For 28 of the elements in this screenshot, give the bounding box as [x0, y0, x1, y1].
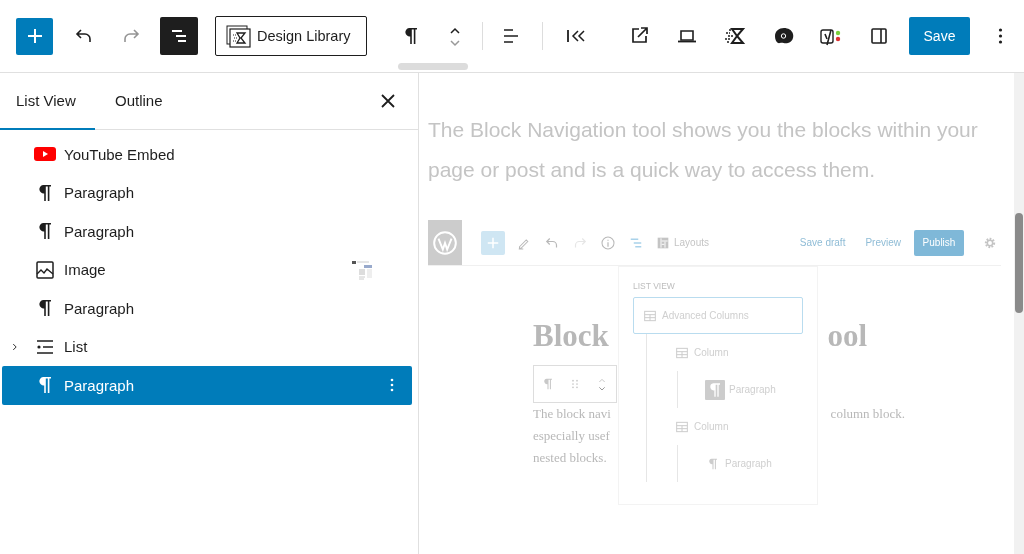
body-text: nested blocks. — [533, 449, 607, 467]
options-icon — [997, 28, 1003, 44]
list-view-item[interactable]: Paragraph — [2, 173, 412, 212]
list-view-item[interactable]: Image — [2, 250, 412, 289]
design-library-button[interactable]: Design Library — [215, 16, 367, 56]
list-view-item[interactable]: YouTube Embed — [2, 135, 412, 174]
heading-text: Block — [533, 317, 609, 355]
layouts-label: Layouts — [674, 237, 710, 248]
add-block-button[interactable] — [16, 17, 53, 55]
info-icon — [599, 233, 617, 252]
body-text: column block. — [830, 405, 905, 423]
list-view-button[interactable] — [160, 17, 198, 55]
list-view-item[interactable]: Paragraph — [2, 366, 412, 405]
paragraph-text: The Block Navigation tool shows you the blocks within your page or post and is a quick way to access them. — [428, 117, 979, 183]
panel-title: LIST VIEW — [633, 281, 676, 291]
stacked-cards-icon — [225, 24, 251, 48]
sidebar-tab[interactable]: List View — [0, 73, 95, 130]
body-text: The block navi — [533, 405, 611, 423]
sidebar-tab[interactable]: Outline — [95, 73, 179, 130]
list-view-item[interactable]: Paragraph — [2, 289, 412, 328]
list-view-item[interactable]: List — [2, 327, 412, 366]
paragraph-icon — [705, 379, 725, 400]
save-button[interactable]: Save — [909, 17, 970, 55]
logo-icon — [432, 229, 458, 256]
body-text: especially usef — [533, 427, 610, 445]
heading-text: ool — [827, 317, 867, 355]
scrollbar[interactable] — [1014, 73, 1024, 554]
list-view-item[interactable]: Paragraph — [2, 212, 412, 251]
